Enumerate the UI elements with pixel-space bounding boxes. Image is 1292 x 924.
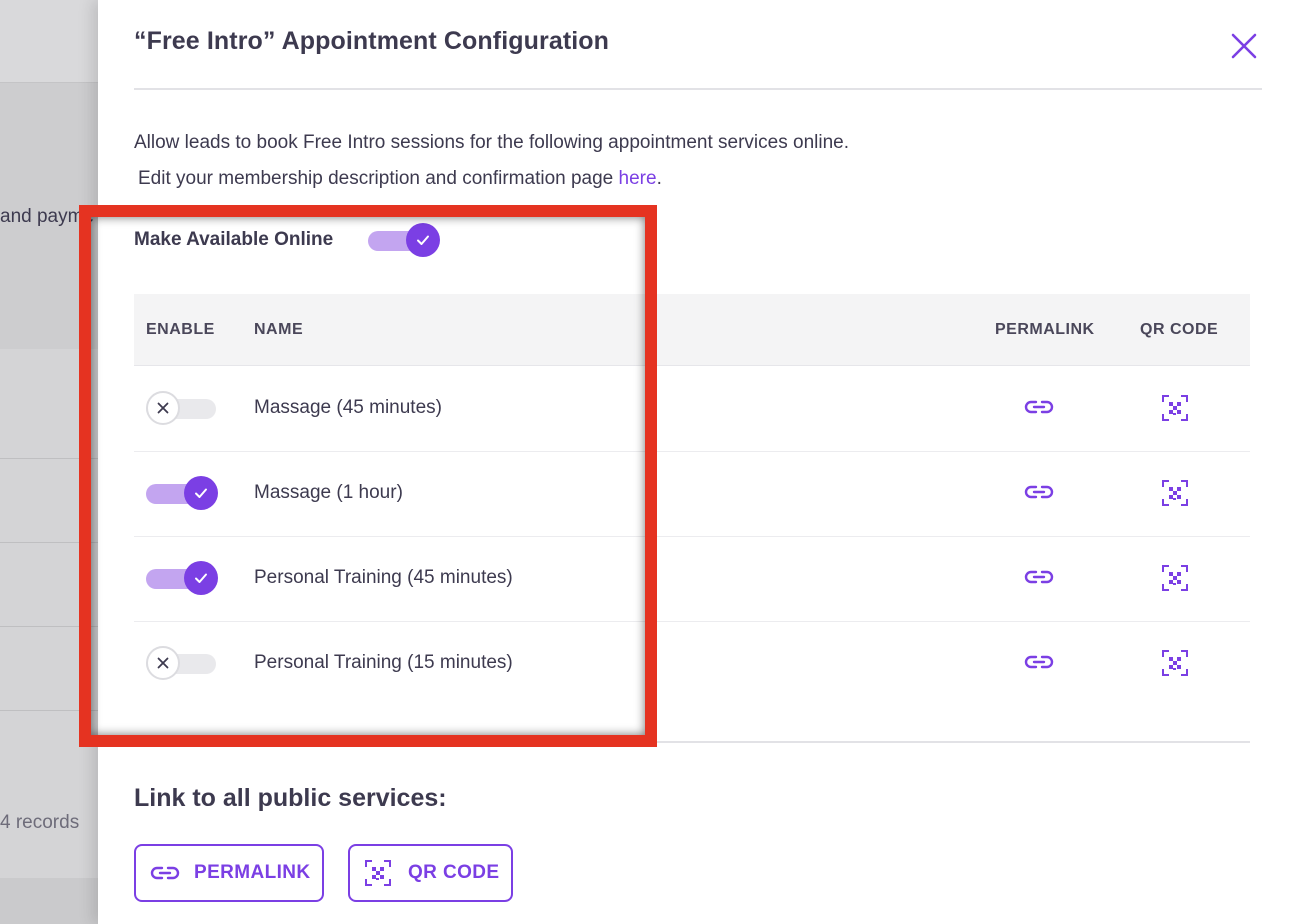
background-header [0, 0, 100, 83]
qr-code-button-label: QR CODE [408, 862, 500, 883]
link-icon [1024, 655, 1054, 669]
permalink-button[interactable] [1022, 650, 1056, 674]
table-bottom-divider [134, 741, 1250, 743]
table-row: Personal Training (15 minutes) [134, 621, 1250, 706]
table-row: Massage (1 hour) [134, 451, 1250, 537]
qr-code-icon [365, 860, 391, 886]
make-available-online-label: Make Available Online [134, 229, 334, 250]
qr-code-icon [1162, 395, 1188, 421]
link-icon [1024, 400, 1054, 414]
background-row-divider [0, 710, 100, 711]
background-row-divider [0, 626, 100, 627]
link-icon [1024, 485, 1054, 499]
close-button[interactable] [1228, 30, 1260, 62]
permalink-button[interactable] [1022, 565, 1056, 589]
link-icon [150, 866, 180, 880]
description-text: Allow leads to book Free Intro sessions … [134, 132, 849, 153]
qr-code-icon [1162, 565, 1188, 591]
header-permalink: PERMALINK [995, 321, 1095, 338]
qr-code-icon [1162, 480, 1188, 506]
permalink-button[interactable] [1022, 480, 1056, 504]
qr-code-button[interactable] [1161, 479, 1189, 507]
description-suffix: . [656, 168, 662, 189]
title-divider [134, 88, 1262, 90]
description-edit-line: Edit your membership description and con… [138, 168, 662, 190]
check-icon [417, 235, 429, 245]
close-icon [1231, 33, 1257, 59]
header-name: NAME [254, 321, 304, 338]
make-available-online-toggle[interactable] [368, 223, 442, 259]
link-icon [1024, 570, 1054, 584]
background-row-divider [0, 458, 100, 459]
all-services-permalink-button[interactable]: PERMALINK [134, 844, 324, 902]
enable-toggle[interactable] [146, 476, 220, 512]
services-table-header: ENABLE NAME PERMALINK QR CODE [134, 294, 1250, 366]
service-name: Personal Training (45 minutes) [254, 567, 513, 588]
toggle-knob [406, 223, 440, 257]
enable-toggle[interactable] [146, 391, 220, 427]
toggle-knob [184, 476, 218, 510]
background-footer [0, 878, 100, 924]
header-enable: ENABLE [146, 321, 215, 338]
enable-toggle[interactable] [146, 561, 220, 597]
background-page: and payme 4 records [0, 0, 100, 924]
background-row-divider [0, 542, 100, 543]
qr-code-button[interactable] [1161, 564, 1189, 592]
table-row: Massage (45 minutes) [134, 366, 1250, 452]
x-icon [157, 657, 169, 669]
header-qr-code: QR CODE [1140, 321, 1219, 338]
qr-code-button[interactable] [1161, 649, 1189, 677]
permalink-button[interactable] [1022, 395, 1056, 419]
all-services-qr-code-button[interactable]: QR CODE [348, 844, 513, 902]
check-icon [195, 488, 207, 498]
toggle-knob [146, 646, 180, 680]
table-row: Personal Training (45 minutes) [134, 536, 1250, 622]
toggle-knob [184, 561, 218, 595]
appointment-config-panel: “Free Intro” Appointment Configuration A… [98, 0, 1292, 924]
link-all-services-title: Link to all public services: [134, 784, 447, 812]
description-here-link[interactable]: here [619, 168, 657, 189]
qr-code-button[interactable] [1161, 394, 1189, 422]
background-rows [0, 350, 100, 878]
description-edit-text: Edit your membership description and con… [138, 168, 614, 189]
service-name: Personal Training (15 minutes) [254, 652, 513, 673]
background-records-count: 4 records [0, 812, 80, 833]
background-fragment-text: and payme [0, 206, 95, 227]
service-name: Massage (1 hour) [254, 482, 403, 503]
x-icon [157, 402, 169, 414]
qr-code-icon [1162, 650, 1188, 676]
permalink-button-label: PERMALINK [194, 862, 311, 883]
check-icon [195, 573, 207, 583]
enable-toggle[interactable] [146, 646, 220, 682]
service-name: Massage (45 minutes) [254, 397, 442, 418]
toggle-knob [146, 391, 180, 425]
panel-title: “Free Intro” Appointment Configuration [134, 27, 610, 55]
